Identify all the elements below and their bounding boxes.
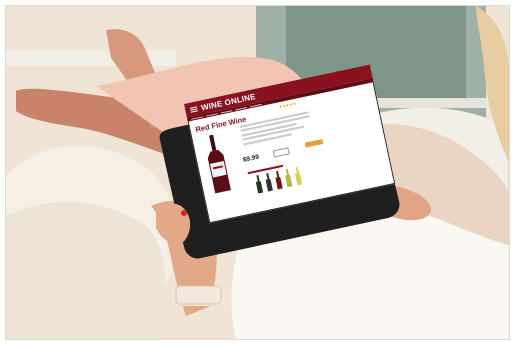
recommended-bottle[interactable] (284, 169, 293, 188)
quantity-stepper[interactable] (272, 147, 290, 158)
recommended-bottle[interactable] (274, 171, 283, 190)
wine-bottle-image (207, 134, 231, 194)
recommended-bottle[interactable] (254, 175, 263, 194)
add-to-cart-button[interactable] (304, 139, 324, 148)
hamburger-menu-icon[interactable] (189, 105, 198, 113)
photo-scene: WINE ONLINE Red Fine Wine ★★★★★ $9.99 (5, 5, 510, 340)
product-price: $9.99 (242, 153, 260, 164)
recommended-bottle[interactable] (294, 167, 303, 186)
recommended-bottle[interactable] (264, 173, 273, 192)
